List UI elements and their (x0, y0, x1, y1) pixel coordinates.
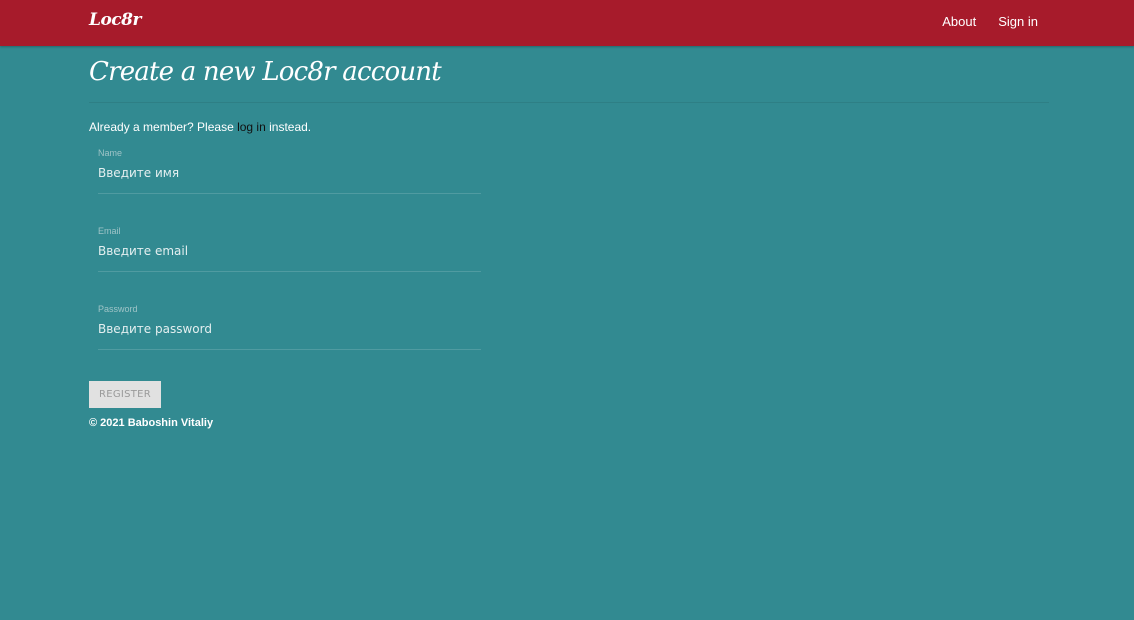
already-member-prefix: Already a member? Please (89, 120, 238, 134)
register-button[interactable]: REGISTER (89, 381, 161, 408)
name-field-group: Name (98, 148, 481, 194)
email-label: Email (98, 226, 121, 236)
already-member-text: Already a member? Please log in instead. (89, 120, 311, 134)
already-member-suffix: instead. (265, 120, 312, 134)
footer-copyright: © 2021 Baboshin Vitaliy (89, 417, 214, 429)
log-in-link[interactable]: log in (237, 120, 266, 134)
name-label: Name (98, 148, 123, 158)
password-input[interactable] (98, 318, 481, 340)
nav-about-link[interactable]: About (942, 14, 976, 29)
email-field-group: Email (98, 226, 481, 272)
page-header: Create a new Loc8r account (89, 54, 1049, 103)
password-label: Password (98, 304, 138, 314)
page-title: Create a new Loc8r account (89, 57, 442, 87)
nav-links: About Sign in (942, 14, 1038, 29)
brand-logo-link[interactable]: Loc8r (89, 10, 141, 30)
email-input[interactable] (98, 240, 481, 262)
password-field-group: Password (98, 304, 481, 350)
name-input[interactable] (98, 162, 481, 184)
nav-sign-in-link[interactable]: Sign in (998, 14, 1038, 29)
top-navbar: Loc8r About Sign in (0, 0, 1134, 46)
